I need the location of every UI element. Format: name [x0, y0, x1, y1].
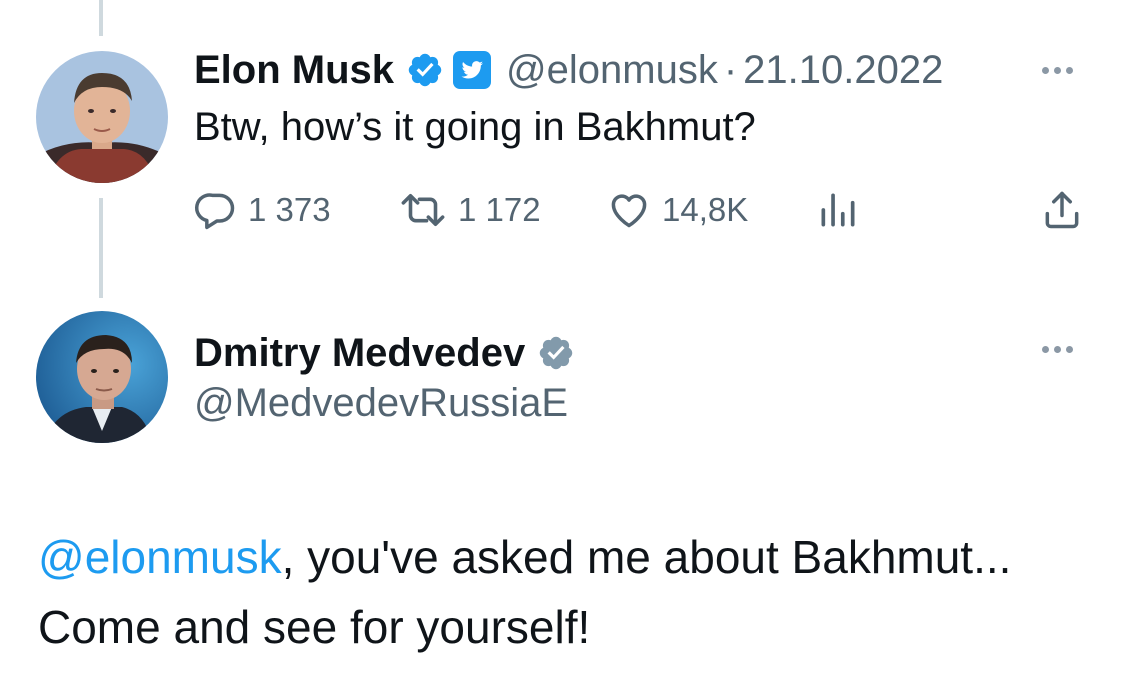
- views-icon: [821, 193, 855, 227]
- more-icon[interactable]: [1042, 346, 1073, 353]
- share-button[interactable]: [1040, 185, 1084, 235]
- views-button[interactable]: [816, 185, 860, 235]
- tweet2-header: Dmitry Medvedev: [194, 325, 575, 381]
- action-bar: 1 373 1 172 14,8K: [194, 185, 1094, 235]
- author-handle[interactable]: @MedvedevRussiaE: [194, 381, 568, 426]
- retweet-button[interactable]: 1 172: [398, 185, 541, 235]
- thread-line-top: [99, 0, 103, 36]
- reply-icon: [194, 193, 235, 230]
- avatar-dmitry-medvedev[interactable]: [36, 311, 168, 443]
- mention-link[interactable]: @elonmusk: [38, 531, 282, 583]
- verified-badge-icon: [537, 334, 575, 372]
- retweet-count: 1 172: [458, 191, 541, 228]
- avatar-elon-musk[interactable]: [36, 51, 168, 183]
- like-icon: [611, 194, 647, 228]
- separator-dot: ·: [723, 47, 738, 92]
- share-icon: [1045, 191, 1079, 229]
- like-button[interactable]: 14,8K: [606, 185, 748, 235]
- thread-line: [99, 198, 103, 298]
- author-handle[interactable]: @elonmusk: [506, 48, 718, 92]
- like-count: 14,8K: [662, 191, 749, 228]
- reply-count: 1 373: [248, 191, 331, 228]
- tweet-text: Btw, how’s it going in Bakhmut?: [194, 105, 756, 149]
- retweet-icon: [401, 193, 445, 227]
- twitter-bird-badge-icon: [452, 50, 492, 90]
- author-name[interactable]: Dmitry Medvedev: [194, 331, 525, 376]
- tweet-text: @elonmusk, you've asked me about Bakhmut…: [38, 522, 1098, 662]
- more-icon[interactable]: [1042, 67, 1073, 74]
- reply-button[interactable]: 1 373: [194, 185, 331, 235]
- author-name[interactable]: Elon Musk: [194, 48, 394, 93]
- tweet1-header: Elon Musk @elonmusk · 21.10.2022: [194, 42, 943, 98]
- tweet-date[interactable]: 21.10.2022: [743, 48, 943, 92]
- verified-badge-icon: [406, 51, 444, 89]
